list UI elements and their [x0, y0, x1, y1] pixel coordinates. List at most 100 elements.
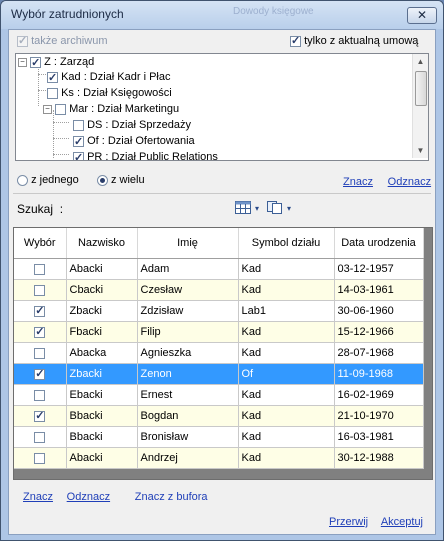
grid-icon[interactable]: [235, 201, 251, 217]
cell-symbol: Kad: [238, 258, 335, 280]
row-checkbox[interactable]: [34, 284, 46, 296]
tree-node-checkbox[interactable]: [55, 103, 67, 115]
options-bar: także archiwum tylko z aktualną umową: [9, 30, 435, 52]
cell-imie: Filip: [137, 321, 239, 343]
tree-connector: [38, 74, 46, 75]
cell-symbol: Kad: [238, 384, 335, 406]
row-checkbox[interactable]: [34, 431, 46, 443]
tree-links: Znacz Odznacz: [343, 174, 431, 188]
single-mode-radio[interactable]: [17, 174, 28, 186]
row-checkbox[interactable]: [34, 367, 46, 380]
tree-connector: [38, 66, 39, 106]
tree-node-mar[interactable]: − Mar : Dział Marketingu: [43, 101, 179, 117]
table-row[interactable]: Abacki Andrzej Kad 30-12-1988: [14, 447, 424, 469]
tree-node-kad[interactable]: Kad : Dział Kadr i Płac: [47, 69, 171, 86]
column-header[interactable]: Imię: [137, 228, 239, 259]
table-row[interactable]: Bbacki Bronisław Kad 16-03-1981: [14, 426, 424, 448]
select-from-buffer-link[interactable]: Znacz z bufora: [135, 491, 208, 503]
row-checkbox[interactable]: [34, 389, 46, 401]
table-header-row: Wybór Nazwisko Imię Symbol działu Data u…: [14, 228, 424, 259]
table-row[interactable]: Ebacki Ernest Kad 16-02-1969: [14, 384, 424, 406]
cell-imie: Bronisław: [137, 426, 239, 448]
cell-imie: Czesław: [137, 279, 239, 301]
title-bar: Wybór zatrudnionych Dowody księgowe ✕: [1, 1, 443, 29]
window-title: Wybór zatrudnionych: [11, 7, 124, 21]
grid-select-link[interactable]: Znacz: [23, 491, 53, 503]
tree-node-label: Z : Zarząd: [44, 56, 95, 68]
grid-dropdown-icon[interactable]: ▾: [255, 204, 259, 213]
tree-scrollbar[interactable]: ▲ ▼: [412, 54, 428, 158]
close-button[interactable]: ✕: [407, 7, 437, 24]
column-header[interactable]: Nazwisko: [66, 228, 138, 259]
cell-nazwisko: Abacka: [66, 342, 138, 364]
grid-links: Znacz Odznacz Znacz z bufora: [23, 489, 208, 503]
table-row[interactable]: Abacka Agnieszka Kad 28-07-1968: [14, 342, 424, 364]
accept-link[interactable]: Akceptuj: [381, 516, 423, 528]
row-checkbox[interactable]: [34, 347, 46, 359]
column-header[interactable]: Symbol działu: [238, 228, 335, 259]
cell-data: 30-12-1988: [334, 447, 424, 469]
tree-select-link[interactable]: Znacz: [343, 176, 373, 188]
selection-mode: z jednego z wielu: [17, 174, 145, 186]
scroll-thumb[interactable]: [415, 71, 427, 106]
tree-node-checkbox[interactable]: [30, 55, 42, 71]
row-checkbox[interactable]: [34, 409, 46, 422]
cell-data: 14-03-1961: [334, 279, 424, 301]
multi-mode-radio[interactable]: [96, 174, 108, 186]
current-contract-checkbox[interactable]: [290, 34, 301, 47]
table-row[interactable]: Zbacki Zdzisław Lab1 30-06-1960: [14, 300, 424, 322]
tree-node-checkbox[interactable]: [73, 134, 84, 150]
table-row[interactable]: Abacki Adam Kad 03-12-1957: [14, 258, 424, 280]
tree-node-of[interactable]: Of : Dział Ofertowania: [73, 133, 195, 150]
column-header[interactable]: Wybór: [14, 228, 67, 259]
row-checkbox[interactable]: [34, 304, 46, 317]
table-row[interactable]: Bbacki Bogdan Kad 21-10-1970: [14, 405, 424, 427]
tree-node-label: DS : Dział Sprzedaży: [87, 119, 191, 131]
cell-symbol: Lab1: [238, 300, 335, 322]
tree-node-checkbox[interactable]: [47, 70, 58, 86]
tree-node-checkbox[interactable]: [73, 150, 84, 160]
scroll-down-icon[interactable]: ▼: [413, 143, 428, 158]
table-row-selected[interactable]: Zbacki Zenon Of 11-09-1968: [14, 363, 424, 385]
row-checkbox[interactable]: [34, 263, 46, 275]
tree-deselect-link[interactable]: Odznacz: [388, 176, 431, 188]
cell-nazwisko: Ebacki: [66, 384, 138, 406]
tree-node-label: Ks : Dział Księgowości: [61, 87, 172, 99]
cancel-link[interactable]: Przerwij: [329, 516, 368, 528]
tree-node-checkbox[interactable]: [73, 119, 84, 131]
cell-symbol: Kad: [238, 426, 335, 448]
background-window-title: Dowody księgowe: [233, 6, 314, 17]
row-checkbox[interactable]: [34, 452, 46, 464]
cell-imie: Agnieszka: [137, 342, 239, 364]
tree-node-ks[interactable]: Ks : Dział Księgowości: [47, 85, 172, 101]
cell-imie: Andrzej: [137, 447, 239, 469]
department-tree: − Z : Zarząd Kad : Dział Kadr i Płac Ks …: [15, 53, 429, 161]
copy-icon[interactable]: [267, 201, 283, 217]
cell-imie: Zenon: [137, 363, 239, 385]
search-input[interactable]: [75, 200, 239, 218]
employees-table: Wybór Nazwisko Imię Symbol działu Data u…: [14, 228, 424, 469]
cell-data: 16-03-1981: [334, 426, 424, 448]
tree-node-checkbox[interactable]: [47, 87, 58, 99]
dialog-window: Wybór zatrudnionych Dowody księgowe ✕ ta…: [0, 0, 444, 541]
multi-mode-label: z wielu: [110, 174, 145, 186]
archive-checkbox: [17, 34, 28, 47]
row-checkbox[interactable]: [34, 325, 46, 338]
collapse-icon[interactable]: −: [43, 104, 52, 114]
cell-data: 03-12-1957: [334, 258, 424, 280]
tree-connector: [38, 90, 46, 91]
table-row[interactable]: Cbacki Czesław Kad 14-03-1961: [14, 279, 424, 301]
collapse-icon[interactable]: −: [18, 57, 27, 67]
tree-node-zarzad[interactable]: − Z : Zarząd: [18, 54, 95, 71]
tree-node-pr[interactable]: PR : Dział Public Relations: [73, 149, 218, 160]
current-contract-option[interactable]: tylko z aktualną umową: [290, 34, 418, 47]
archive-label: także archiwum: [31, 35, 108, 47]
scroll-up-icon[interactable]: ▲: [413, 54, 428, 69]
cell-data: 15-12-1966: [334, 321, 424, 343]
table-row[interactable]: Fbacki Filip Kad 15-12-1966: [14, 321, 424, 343]
grid-deselect-link[interactable]: Odznacz: [67, 491, 110, 503]
copy-dropdown-icon[interactable]: ▾: [287, 204, 291, 213]
column-header[interactable]: Data urodzenia: [334, 228, 424, 259]
tree-node-ds[interactable]: DS : Dział Sprzedaży: [73, 117, 191, 133]
cell-symbol: Kad: [238, 447, 335, 469]
